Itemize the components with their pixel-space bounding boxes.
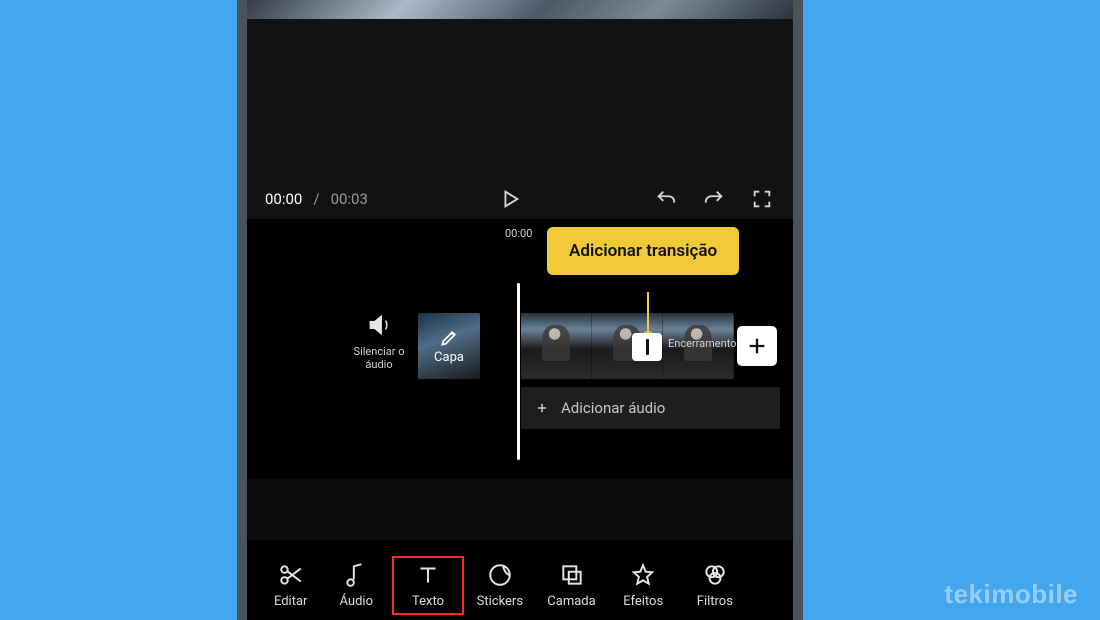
timeline-time-marker: 00:00 xyxy=(505,227,532,240)
play-icon xyxy=(499,188,521,210)
clip-frame xyxy=(521,313,592,379)
redo-icon xyxy=(703,188,725,210)
redo-button[interactable] xyxy=(701,186,727,212)
bottom-toolbar: Editar Áudio Texto Stickers Camada Efeit… xyxy=(247,540,793,620)
tool-audio[interactable]: Áudio xyxy=(320,562,392,609)
tool-label: Camada xyxy=(547,594,595,609)
preview-letterbox xyxy=(247,19,793,179)
tool-text[interactable]: Texto xyxy=(392,556,464,615)
video-preview xyxy=(247,0,793,19)
star-icon xyxy=(630,562,656,588)
time-separator: / xyxy=(313,190,319,208)
tool-layer[interactable]: Camada xyxy=(536,562,608,609)
mute-audio-button[interactable]: Silenciar o áudio xyxy=(345,312,413,371)
tool-edit[interactable]: Editar xyxy=(261,562,320,609)
plus-small-icon xyxy=(535,401,549,415)
tool-label: Áudio xyxy=(340,594,373,609)
current-time: 00:00 xyxy=(265,190,302,208)
cover-button[interactable]: Capa xyxy=(418,313,480,379)
playback-controls: 00:00 / 00:03 xyxy=(247,179,793,219)
tool-label: Stickers xyxy=(477,594,523,609)
end-label: Encerramento xyxy=(668,337,736,350)
transition-tooltip: Adicionar transição xyxy=(547,227,739,275)
transition-button[interactable] xyxy=(632,333,662,361)
cover-label: Capa xyxy=(434,350,464,365)
speaker-icon xyxy=(366,312,392,338)
tool-label: Editar xyxy=(274,594,308,609)
mute-label: Silenciar o áudio xyxy=(345,346,413,371)
tool-label: Filtros xyxy=(697,594,733,609)
timeline[interactable]: 00:00 Adicionar transição Silenciar o áu… xyxy=(247,219,793,479)
music-note-icon xyxy=(343,562,369,588)
fullscreen-icon xyxy=(751,188,773,210)
filters-icon xyxy=(702,562,728,588)
undo-button[interactable] xyxy=(653,186,679,212)
duration: 00:03 xyxy=(331,190,368,208)
playhead[interactable] xyxy=(517,283,520,460)
add-audio-button[interactable]: Adicionar áudio xyxy=(521,387,780,429)
add-clip-button[interactable] xyxy=(737,326,777,366)
tool-effects[interactable]: Efeitos xyxy=(607,562,679,609)
play-button[interactable] xyxy=(497,186,523,212)
sticker-icon xyxy=(487,562,513,588)
text-icon xyxy=(415,562,441,588)
pencil-icon xyxy=(439,328,459,348)
scissors-icon xyxy=(278,562,304,588)
fullscreen-button[interactable] xyxy=(749,186,775,212)
tool-label: Efeitos xyxy=(623,594,663,609)
tool-next-partial[interactable]: F xyxy=(751,578,779,593)
overlay-icon xyxy=(559,562,585,588)
undo-icon xyxy=(655,188,677,210)
tool-stickers[interactable]: Stickers xyxy=(464,562,536,609)
tool-filters[interactable]: Filtros xyxy=(679,562,751,609)
add-audio-label: Adicionar áudio xyxy=(561,399,665,417)
phone-frame: 00:00 / 00:03 00:00 Adicionar transição … xyxy=(237,0,803,620)
plus-icon xyxy=(746,335,768,357)
watermark: tekimobile xyxy=(944,579,1078,610)
tool-label: Texto xyxy=(412,594,444,609)
